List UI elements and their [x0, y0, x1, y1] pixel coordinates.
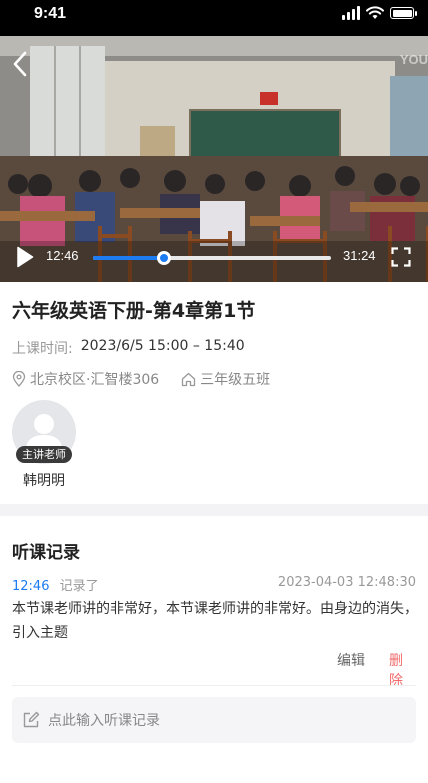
notes-divider	[12, 685, 416, 686]
note-recorded-label: 记录了	[59, 579, 99, 594]
total-time: 31:24	[343, 248, 376, 263]
note-input[interactable]: 点此输入听课记录	[12, 697, 416, 743]
home-icon	[182, 372, 196, 386]
teacher-role-tag: 主讲老师	[16, 446, 72, 463]
current-time: 12:46	[46, 248, 79, 263]
lesson-time-value: 2023/6/5 15:00 – 15:40	[80, 338, 245, 354]
teacher-name: 韩明明	[23, 473, 65, 489]
note-date: 2023-04-03 12:48:30	[277, 575, 416, 590]
status-time: 9:41	[34, 5, 67, 22]
lesson-location: 北京校区·汇智楼306	[30, 372, 160, 388]
lesson-location-row: 北京校区·汇智楼306 三年级五班	[12, 369, 270, 389]
video-player[interactable]: YOU 12:46 31:24	[0, 36, 428, 282]
edit-icon	[23, 711, 40, 728]
battery-icon	[390, 7, 417, 19]
edit-note-button[interactable]: 编辑	[337, 650, 365, 670]
lesson-title: 六年级英语下册-第4章第1节	[12, 300, 256, 322]
delete-note-button[interactable]: 删除	[389, 650, 416, 690]
notes-section-title: 听课记录	[12, 543, 80, 563]
lesson-class-name: 三年级五班	[200, 372, 271, 388]
lesson-time-row: 上课时间: 2023/6/5 15:00 – 15:40	[12, 338, 245, 358]
lesson-time-label: 上课时间:	[12, 341, 73, 357]
fullscreen-icon[interactable]	[391, 247, 411, 267]
video-controls: 12:46 31:24	[0, 238, 428, 278]
video-watermark: YOU	[399, 52, 428, 67]
play-icon[interactable]	[16, 246, 34, 268]
note-meta: 12:46 记录了 2023-04-03 12:48:30	[12, 575, 416, 594]
back-icon[interactable]	[10, 50, 30, 78]
note-content: 本节课老师讲的非常好，本节课老师讲的非常好。由身边的消失，引入主题	[12, 601, 418, 641]
location-icon	[12, 371, 26, 387]
note-input-placeholder: 点此输入听课记录	[48, 713, 160, 729]
section-divider	[0, 504, 428, 516]
status-bar: 9:41	[0, 0, 428, 36]
progress-fill	[93, 256, 165, 260]
signal-icon	[342, 6, 360, 20]
progress-thumb[interactable]	[157, 251, 172, 265]
note-timestamp[interactable]: 12:46	[12, 579, 49, 594]
wifi-icon	[366, 6, 384, 19]
status-icons	[342, 6, 417, 20]
progress-slider[interactable]	[93, 251, 331, 265]
